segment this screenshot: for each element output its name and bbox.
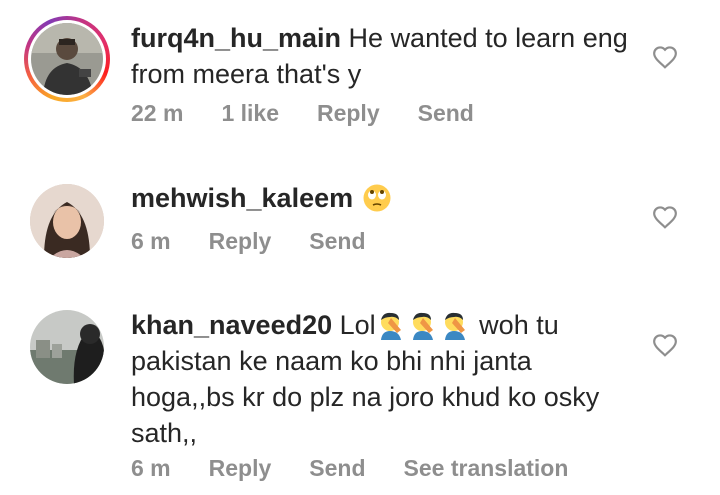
face-with-rolling-eyes-icon: [362, 183, 392, 213]
comment-text-2: mehwish_kaleem: [131, 180, 631, 216]
heart-icon[interactable]: [652, 333, 678, 357]
reply-button[interactable]: Reply: [209, 228, 272, 255]
comment-text-3: khan_naveed20 Lol woh tu pakistan ke naa…: [131, 307, 631, 451]
comment-body-start: Lol: [339, 310, 376, 340]
timestamp[interactable]: 6 m: [131, 228, 171, 255]
heart-icon[interactable]: [652, 205, 678, 229]
timestamp[interactable]: 22 m: [131, 100, 183, 127]
username[interactable]: khan_naveed20: [131, 310, 332, 340]
heart-icon[interactable]: [652, 45, 678, 69]
man-facepalming-icon: [409, 310, 439, 340]
see-translation-button[interactable]: See translation: [404, 455, 569, 482]
avatar: [31, 23, 103, 95]
comment-actions-1: 22 m 1 like Reply Send: [131, 100, 512, 127]
comment-text-1: furq4n_hu_main He wanted to learn eng fr…: [131, 20, 631, 92]
send-button[interactable]: Send: [309, 228, 365, 255]
username[interactable]: furq4n_hu_main: [131, 23, 341, 53]
reply-button[interactable]: Reply: [317, 100, 380, 127]
username[interactable]: mehwish_kaleem: [131, 183, 353, 213]
man-facepalming-icon: [441, 310, 471, 340]
send-button[interactable]: Send: [309, 455, 365, 482]
send-button[interactable]: Send: [418, 100, 474, 127]
reply-button[interactable]: Reply: [209, 455, 272, 482]
comment-actions-3: 6 m Reply Send See translation: [131, 455, 606, 482]
avatar-story-ring[interactable]: [24, 16, 110, 102]
likes-count[interactable]: 1 like: [221, 100, 279, 127]
man-facepalming-icon: [377, 310, 407, 340]
avatar[interactable]: [30, 184, 104, 258]
avatar[interactable]: [30, 310, 104, 384]
timestamp[interactable]: 6 m: [131, 455, 171, 482]
comment-actions-2: 6 m Reply Send: [131, 228, 404, 255]
